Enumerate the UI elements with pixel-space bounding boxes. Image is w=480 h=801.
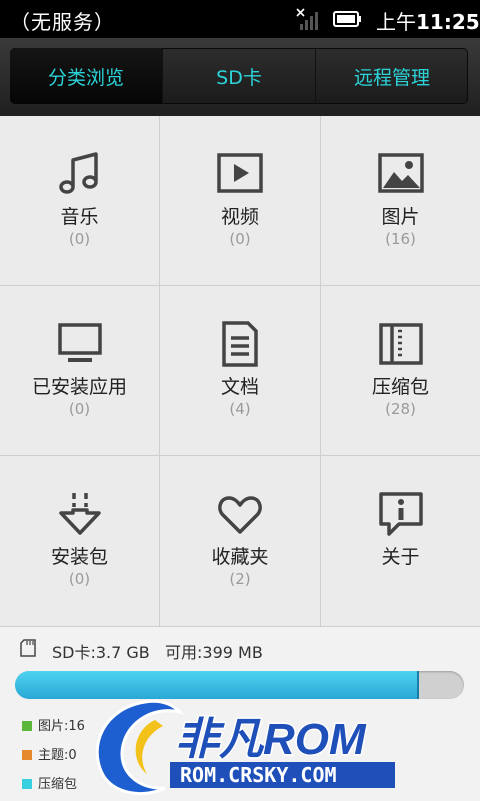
category-install-packages[interactable]: 安装包 (0) xyxy=(0,456,159,626)
legend-swatch xyxy=(22,721,32,731)
category-label: 文档 xyxy=(220,376,259,398)
watermark-url: ROM.CRSKY.COM xyxy=(180,763,337,787)
category-archives[interactable]: 压缩包 (28) xyxy=(321,286,480,455)
tab-sd-card[interactable]: SD卡 xyxy=(163,48,316,104)
legend-swatch xyxy=(22,779,32,789)
category-count: (0) xyxy=(68,230,91,248)
category-count: (0) xyxy=(229,230,251,248)
category-label: 音乐 xyxy=(60,206,99,228)
legend-item-pictures: 图片:16 xyxy=(22,715,85,734)
legend-swatch xyxy=(22,750,32,760)
category-pictures[interactable]: 图片 (16) xyxy=(321,116,480,285)
document-icon xyxy=(222,321,258,367)
category-video[interactable]: 视频 (0) xyxy=(160,116,320,285)
category-documents[interactable]: 文档 (4) xyxy=(160,286,320,455)
no-signal-icon xyxy=(296,8,318,30)
category-label: 已安装应用 xyxy=(31,376,127,398)
category-count: (28) xyxy=(385,400,416,418)
category-label: 收藏夹 xyxy=(211,546,269,568)
heart-icon xyxy=(218,496,262,534)
install-download-icon xyxy=(58,493,101,535)
category-label: 关于 xyxy=(381,546,420,568)
battery-icon xyxy=(333,11,361,27)
category-count: (4) xyxy=(229,400,251,418)
watermark-logo: 非凡ROM ROM.CRSKY.COM xyxy=(95,699,395,796)
category-label: 图片 xyxy=(381,206,420,228)
category-about[interactable]: 关于 xyxy=(321,456,480,626)
category-count: (0) xyxy=(68,570,91,588)
tab-remote-management[interactable]: 远程管理 xyxy=(316,48,468,104)
monitor-icon xyxy=(57,323,102,362)
carrier-status: （无服务） xyxy=(10,10,115,34)
clock: 上午11:25 xyxy=(376,6,480,35)
tab-bar: 分类浏览 SD卡 远程管理 xyxy=(10,48,468,104)
category-label: 安装包 xyxy=(50,546,108,568)
category-label: 视频 xyxy=(220,206,259,228)
watermark-brand: 非凡ROM xyxy=(175,715,367,764)
sd-card-icon xyxy=(20,639,36,657)
category-installed-apps[interactable]: 已安装应用 (0) xyxy=(0,286,159,455)
video-play-icon xyxy=(217,153,263,193)
legend-item-themes: 主题:0 xyxy=(22,744,77,763)
clock-period: 上午 xyxy=(376,10,416,34)
sd-capacity: SD卡:3.7 GB xyxy=(52,643,150,662)
sd-available: 可用:399 MB xyxy=(165,643,263,662)
status-bar: （无服务） 上午11:25 xyxy=(0,0,480,38)
clock-time: 11:25 xyxy=(416,10,480,34)
category-label: 压缩包 xyxy=(371,376,429,398)
category-grid: 音乐 (0) 视频 (0) 图片 (16) 已安装应用 (0) 文档 (4) 压… xyxy=(0,116,480,626)
tab-category-browse[interactable]: 分类浏览 xyxy=(10,48,163,104)
picture-icon xyxy=(377,153,424,193)
category-count: (16) xyxy=(385,230,416,248)
category-count: (2) xyxy=(229,570,251,588)
category-count: (0) xyxy=(68,400,91,418)
category-favorites[interactable]: 收藏夹 (2) xyxy=(160,456,320,626)
legend-label: 压缩包 xyxy=(38,777,78,792)
archive-icon xyxy=(378,323,423,365)
legend-label: 图片:16 xyxy=(38,719,85,734)
tab-bar-container: 分类浏览 SD卡 远程管理 xyxy=(0,38,480,116)
music-note-icon xyxy=(58,152,98,194)
legend-item-archives: 压缩包 xyxy=(22,773,77,792)
category-music[interactable]: 音乐 (0) xyxy=(0,116,159,285)
info-bubble-icon xyxy=(378,492,423,536)
legend-label: 主题:0 xyxy=(38,748,77,763)
